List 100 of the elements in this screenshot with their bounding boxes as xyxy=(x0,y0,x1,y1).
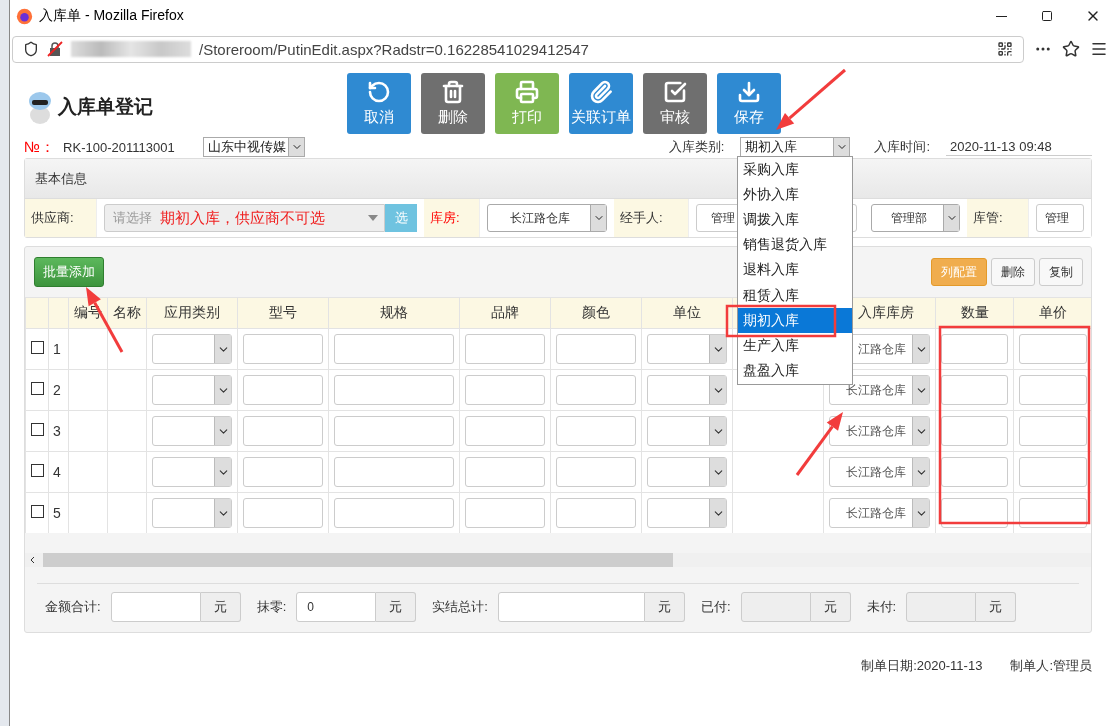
select-field[interactable] xyxy=(152,457,232,487)
input-field[interactable] xyxy=(556,375,636,405)
table-action-button[interactable]: 删除 xyxy=(991,258,1035,286)
input-field[interactable] xyxy=(1019,457,1087,487)
qr-code-icon[interactable] xyxy=(997,41,1013,57)
toolbar-button[interactable]: 关联订单 xyxy=(569,72,633,134)
warehouse-select[interactable]: 长江路仓库 xyxy=(487,204,607,232)
input-field[interactable] xyxy=(1019,375,1087,405)
input-field[interactable] xyxy=(334,375,454,405)
input-field[interactable] xyxy=(556,457,636,487)
select-field[interactable] xyxy=(647,457,727,487)
scroll-left-icon[interactable] xyxy=(29,556,37,564)
annotation-arrow xyxy=(776,68,846,130)
input-field[interactable] xyxy=(556,334,636,364)
input-field[interactable] xyxy=(1019,334,1087,364)
input-field[interactable] xyxy=(941,416,1008,446)
url-text: /Storeroom/PutinEdit.aspx?Radstr=0.16228541029412547 xyxy=(199,40,590,58)
order-number: RK-100-201113001 xyxy=(63,139,176,155)
input-field[interactable] xyxy=(243,334,323,364)
total-label: 金额合计: xyxy=(45,598,101,616)
insecure-lock-icon[interactable] xyxy=(47,41,63,57)
input-field[interactable] xyxy=(465,334,545,364)
handler-label: 经手人: xyxy=(620,209,663,227)
input-field[interactable] xyxy=(465,375,545,405)
column-header: 应用类别 xyxy=(164,304,220,320)
toolbar-button[interactable]: 取消 xyxy=(347,72,411,134)
input-field[interactable] xyxy=(941,375,1008,405)
total-field[interactable] xyxy=(110,592,201,622)
warehouse-select[interactable]: 长江路仓库 xyxy=(829,498,930,528)
select-field[interactable] xyxy=(647,375,727,405)
unit-addon: 元 xyxy=(200,592,241,622)
time-label: 入库时间: xyxy=(874,138,930,156)
select-field[interactable] xyxy=(152,375,232,405)
select-field[interactable] xyxy=(152,334,232,364)
total-field[interactable]: 0 xyxy=(296,592,377,622)
shield-icon[interactable] xyxy=(23,41,39,57)
department-select[interactable]: 管理部 xyxy=(871,204,960,232)
select-field[interactable] xyxy=(647,334,727,364)
select-field[interactable] xyxy=(647,416,727,446)
toolbar-button[interactable]: 审核 xyxy=(643,72,707,134)
company-select[interactable]: 山东中视传媒 xyxy=(203,137,306,157)
select-field[interactable] xyxy=(647,498,727,528)
signature-text: 制单日期:2020-11-13 xyxy=(861,657,983,675)
checkbox[interactable] xyxy=(31,382,44,395)
total-label: 未付: xyxy=(866,598,897,616)
toolbar-button[interactable]: 保存 xyxy=(717,72,781,134)
total-field[interactable] xyxy=(497,592,645,622)
input-field[interactable] xyxy=(556,416,636,446)
checkbox[interactable] xyxy=(31,464,44,477)
input-field[interactable] xyxy=(334,457,454,487)
row-number: 2 xyxy=(53,382,61,398)
column-header: 单位 xyxy=(673,304,701,320)
supplier-label: 供应商: xyxy=(31,209,74,227)
input-field[interactable] xyxy=(465,416,545,446)
input-field[interactable] xyxy=(941,334,1008,364)
toolbar-button[interactable]: 删除 xyxy=(421,72,485,134)
input-field[interactable] xyxy=(941,498,1008,528)
input-field[interactable] xyxy=(465,498,545,528)
unit-addon: 元 xyxy=(644,592,685,622)
input-field[interactable] xyxy=(243,375,323,405)
input-field[interactable] xyxy=(1019,498,1087,528)
panel-title: 基本信息 xyxy=(35,169,87,188)
print-icon xyxy=(515,79,539,104)
select-field[interactable] xyxy=(152,498,232,528)
select-field[interactable] xyxy=(152,416,232,446)
total-label: 抹零: xyxy=(256,598,287,616)
table-action-button[interactable]: 复制 xyxy=(1039,258,1083,286)
row-number: 3 xyxy=(53,423,61,439)
input-field[interactable] xyxy=(243,416,323,446)
dropdown-option[interactable]: 期初入库 xyxy=(738,308,852,334)
column-header: 单价 xyxy=(1039,304,1067,320)
input-field[interactable] xyxy=(465,457,545,487)
browser-logo-icon xyxy=(16,7,33,25)
maximize-icon xyxy=(1041,10,1053,22)
input-field[interactable] xyxy=(941,457,1008,487)
address-bar[interactable]: /Storeroom/PutinEdit.aspx?Radstr=0.16228541029412547 xyxy=(12,35,1024,63)
warehouse-select[interactable]: 长江路仓库 xyxy=(829,457,930,487)
checkbox[interactable] xyxy=(31,423,44,436)
column-header: 数量 xyxy=(960,304,989,320)
input-field[interactable] xyxy=(1019,416,1087,446)
star-icon[interactable] xyxy=(1062,40,1080,58)
input-field[interactable] xyxy=(334,498,454,528)
input-field[interactable] xyxy=(556,498,636,528)
warehouse-select[interactable]: 长江路仓库 xyxy=(829,375,930,405)
keeper-field[interactable]: 管理 xyxy=(1036,204,1084,232)
window-title: 入库单 - Mozilla Firefox xyxy=(39,7,185,25)
page-title: 入库单登记 xyxy=(58,95,153,119)
menu-icon[interactable] xyxy=(1090,40,1108,58)
type-select[interactable]: 期初入库 xyxy=(740,137,851,157)
input-field[interactable] xyxy=(334,334,454,364)
keeper-label: 库管: xyxy=(973,209,1003,227)
input-field[interactable] xyxy=(243,457,323,487)
input-field[interactable] xyxy=(243,498,323,528)
type-label: 入库类别: xyxy=(668,138,725,156)
warehouse-select[interactable]: 长江路仓库 xyxy=(829,416,930,446)
checkbox[interactable] xyxy=(31,505,44,518)
checkbox[interactable] xyxy=(31,341,44,354)
input-field[interactable] xyxy=(334,416,454,446)
horizontal-scrollbar[interactable] xyxy=(25,553,1091,567)
unit-addon: 元 xyxy=(976,592,1017,622)
